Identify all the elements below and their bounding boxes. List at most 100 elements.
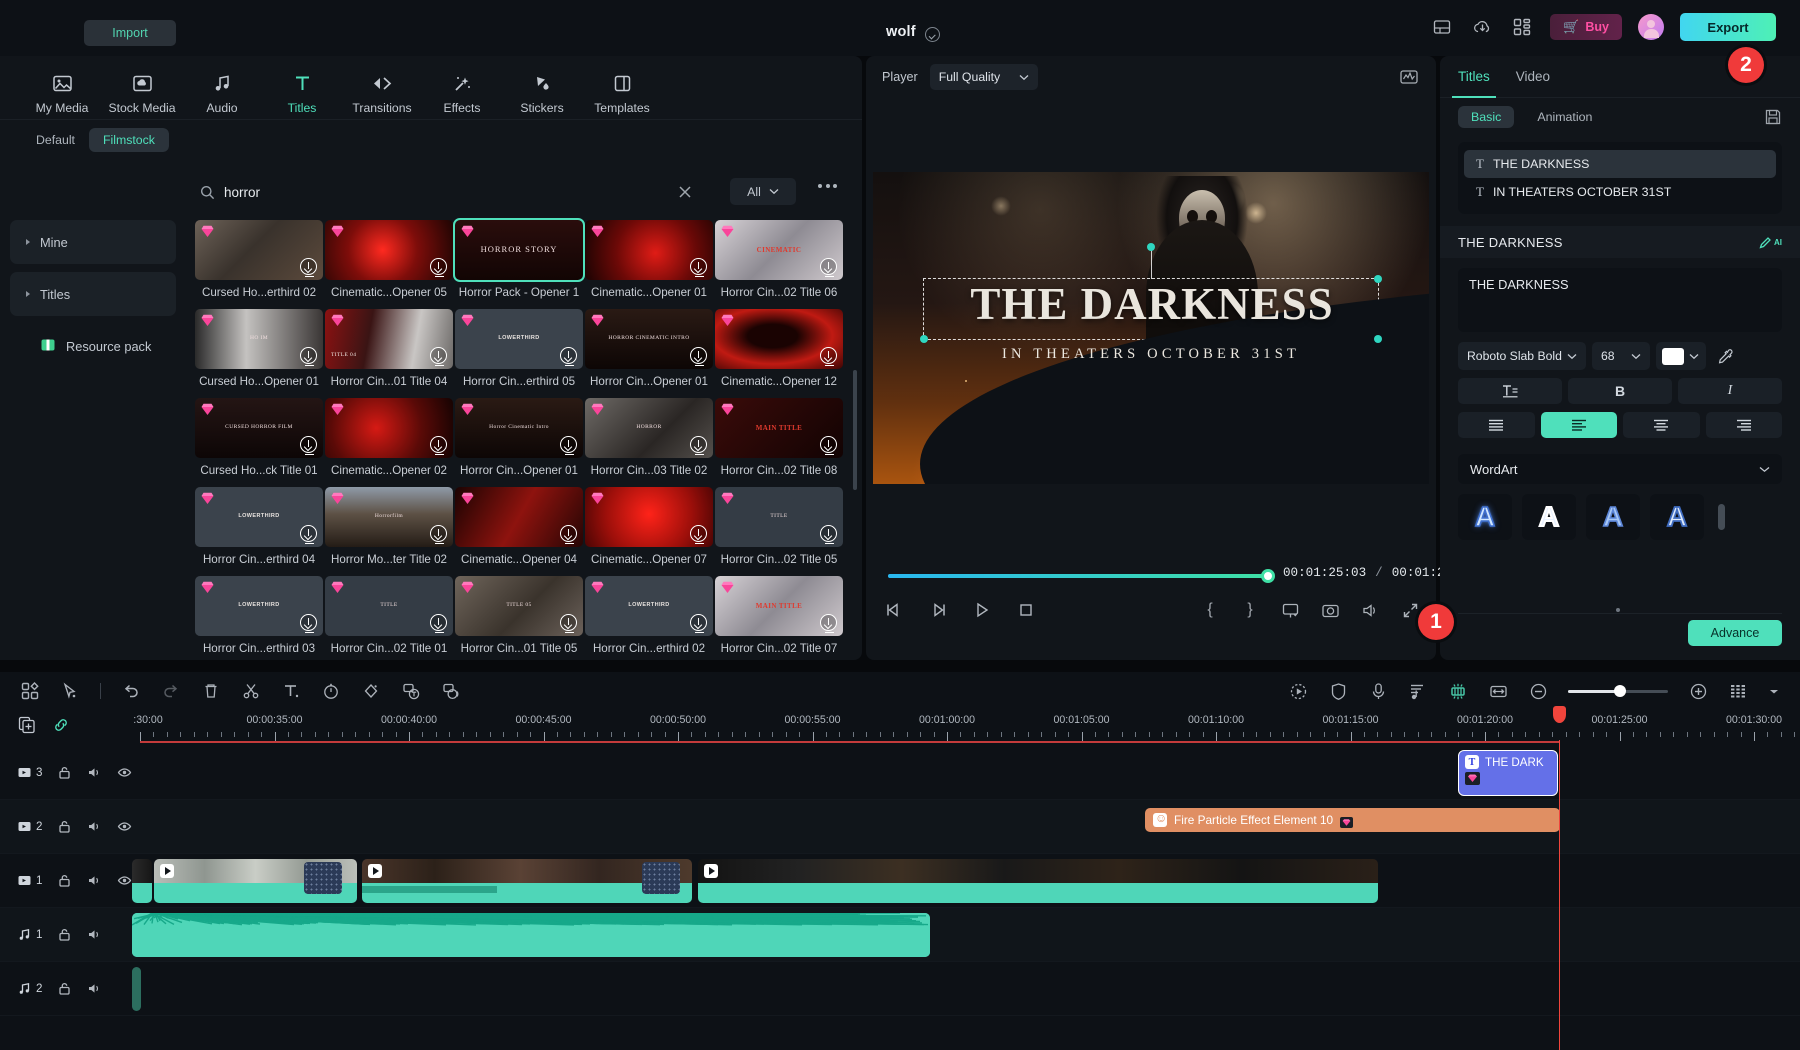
library-item-thumbnail[interactable]: Horrorfilm	[325, 487, 453, 547]
timeline-audio-clip[interactable]	[132, 967, 141, 1011]
auto-caption-icon[interactable]	[401, 681, 421, 701]
download-icon[interactable]	[300, 614, 317, 631]
library-item[interactable]: MAIN TITLEHorror Cin...02 Title 08	[715, 398, 843, 477]
nav-transitions[interactable]: Transitions	[342, 66, 422, 115]
library-item[interactable]: MAIN TITLEHorror Cin...02 Title 07	[715, 576, 843, 655]
download-icon[interactable]	[430, 258, 447, 275]
undo-icon[interactable]	[121, 681, 141, 701]
next-frame-icon[interactable]	[928, 600, 950, 622]
library-item-thumbnail[interactable]	[195, 220, 323, 280]
track-body[interactable]: T THE DARK	[140, 746, 1800, 799]
video-frame[interactable]: THE DARKNESS IN THEATERS OCTOBER 31ST	[873, 172, 1429, 484]
add-track-icon[interactable]	[18, 716, 36, 739]
library-scrollbar[interactable]	[853, 370, 857, 490]
quality-dropdown[interactable]: Full Quality	[930, 64, 1038, 90]
library-item[interactable]: LOWERTHIRDHorror Cin...erthird 04	[195, 487, 323, 566]
title-text-input[interactable]: THE DARKNESS	[1458, 268, 1782, 332]
library-item[interactable]: TITLEHorror Cin...02 Title 05	[715, 487, 843, 566]
library-item-thumbnail[interactable]: HO IM	[195, 309, 323, 369]
playhead[interactable]	[1559, 740, 1560, 1050]
lock-icon[interactable]	[57, 927, 72, 942]
export-button[interactable]: Export	[1680, 13, 1776, 41]
download-icon[interactable]	[820, 614, 837, 631]
library-item[interactable]: TITLE 05Horror Cin...01 Title 05	[455, 576, 583, 655]
timeline-effect-clip[interactable]: Fire Particle Effect Element 10	[1145, 808, 1560, 832]
lock-icon[interactable]	[57, 819, 72, 834]
library-item-thumbnail[interactable]: LOWERTHIRD	[455, 309, 583, 369]
mute-icon[interactable]	[87, 765, 102, 780]
timeline-ruler[interactable]: :30:0000:00:35:0000:00:40:0000:00:45:000…	[0, 710, 1800, 746]
download-icon[interactable]	[690, 347, 707, 364]
fullscreen-icon[interactable]	[1400, 600, 1420, 620]
track-body[interactable]	[140, 854, 1800, 907]
filter-dropdown[interactable]: All	[730, 178, 796, 205]
zoom-slider-knob[interactable]	[1614, 685, 1626, 697]
download-icon[interactable]	[300, 347, 317, 364]
transition-marker[interactable]	[642, 862, 680, 894]
zoom-slider[interactable]	[1568, 690, 1668, 693]
nav-titles[interactable]: Titles	[262, 66, 342, 115]
library-item-thumbnail[interactable]: TITLE	[715, 487, 843, 547]
cursor-select-icon[interactable]	[60, 681, 80, 701]
library-item[interactable]: HORROR CINEMATIC INTROHorror Cin...Opene…	[585, 309, 713, 388]
tab-default[interactable]: Default	[22, 128, 89, 152]
download-icon[interactable]	[430, 436, 447, 453]
grid-apps-icon[interactable]	[20, 681, 40, 701]
library-item-thumbnail[interactable]	[325, 398, 453, 458]
buy-button[interactable]: 🛒 Buy	[1550, 14, 1622, 40]
library-item[interactable]: CINEMATICHorror Cin...02 Title 06	[715, 220, 843, 299]
track-body[interactable]: Fire Particle Effect Element 10	[140, 800, 1800, 853]
lock-icon[interactable]	[57, 765, 72, 780]
download-icon[interactable]	[300, 436, 317, 453]
clear-search-icon[interactable]	[676, 183, 694, 201]
qr-grid-icon[interactable]	[1510, 15, 1534, 39]
download-icon[interactable]	[300, 258, 317, 275]
progress-knob[interactable]	[1261, 569, 1275, 583]
snapshot-screen-icon[interactable]	[1280, 600, 1300, 620]
download-icon[interactable]	[560, 347, 577, 364]
library-item[interactable]: Cinematic...Opener 01	[585, 220, 713, 299]
chip-basic[interactable]: Basic	[1458, 106, 1514, 128]
link-chain-icon[interactable]	[52, 716, 70, 739]
library-item-thumbnail[interactable]: HORROR STORY	[455, 220, 583, 280]
download-icon[interactable]	[430, 525, 447, 542]
audio-beat-icon[interactable]	[1408, 681, 1428, 701]
library-item[interactable]: CURSED HORROR FILMCursed Ho...ck Title 0…	[195, 398, 323, 477]
prev-frame-icon[interactable]	[884, 600, 906, 622]
library-item-thumbnail[interactable]: TITLE 04	[325, 309, 453, 369]
mute-icon[interactable]	[87, 981, 102, 996]
import-button[interactable]: Import	[84, 20, 176, 46]
library-item[interactable]: Cinematic...Opener 05	[325, 220, 453, 299]
mute-icon[interactable]	[87, 819, 102, 834]
library-item-thumbnail[interactable]: LOWERTHIRD	[585, 576, 713, 636]
library-item[interactable]: HORROR STORYHorror Pack - Opener 1	[455, 220, 583, 299]
download-icon[interactable]	[820, 258, 837, 275]
download-icon[interactable]	[300, 525, 317, 542]
camera-icon[interactable]	[1320, 600, 1340, 620]
waveform-monitor-icon[interactable]	[1398, 66, 1420, 88]
mark-out-icon[interactable]: }	[1240, 600, 1260, 620]
download-icon[interactable]	[820, 525, 837, 542]
resize-handle-br[interactable]	[1374, 335, 1382, 343]
download-icon[interactable]	[560, 614, 577, 631]
delete-icon[interactable]	[201, 681, 221, 701]
library-item[interactable]: HorrorfilmHorror Mo...ter Title 02	[325, 487, 453, 566]
library-item[interactable]: Cinematic...Opener 02	[325, 398, 453, 477]
wordart-preset-4[interactable]: A	[1650, 494, 1704, 540]
library-item-thumbnail[interactable]: LOWERTHIRD	[195, 487, 323, 547]
nav-my-media[interactable]: My Media	[22, 66, 102, 115]
play-icon[interactable]	[972, 600, 994, 622]
track-body[interactable]	[140, 962, 1800, 1015]
align-right-icon[interactable]	[1706, 412, 1783, 438]
mark-in-icon[interactable]: {	[1200, 600, 1220, 620]
timeline-video-clip[interactable]	[154, 859, 357, 903]
library-item-thumbnail[interactable]: MAIN TITLE	[715, 398, 843, 458]
nav-audio[interactable]: Audio	[182, 66, 262, 115]
avatar[interactable]	[1638, 14, 1664, 40]
text-add-icon[interactable]	[281, 681, 301, 701]
bold-button[interactable]: B	[1568, 378, 1672, 404]
rotate-handle[interactable]	[1147, 243, 1155, 251]
library-item[interactable]: LOWERTHIRDHorror Cin...erthird 03	[195, 576, 323, 655]
library-item-thumbnail[interactable]: HORROR CINEMATIC INTRO	[585, 309, 713, 369]
green-screen-icon[interactable]	[1448, 681, 1468, 701]
